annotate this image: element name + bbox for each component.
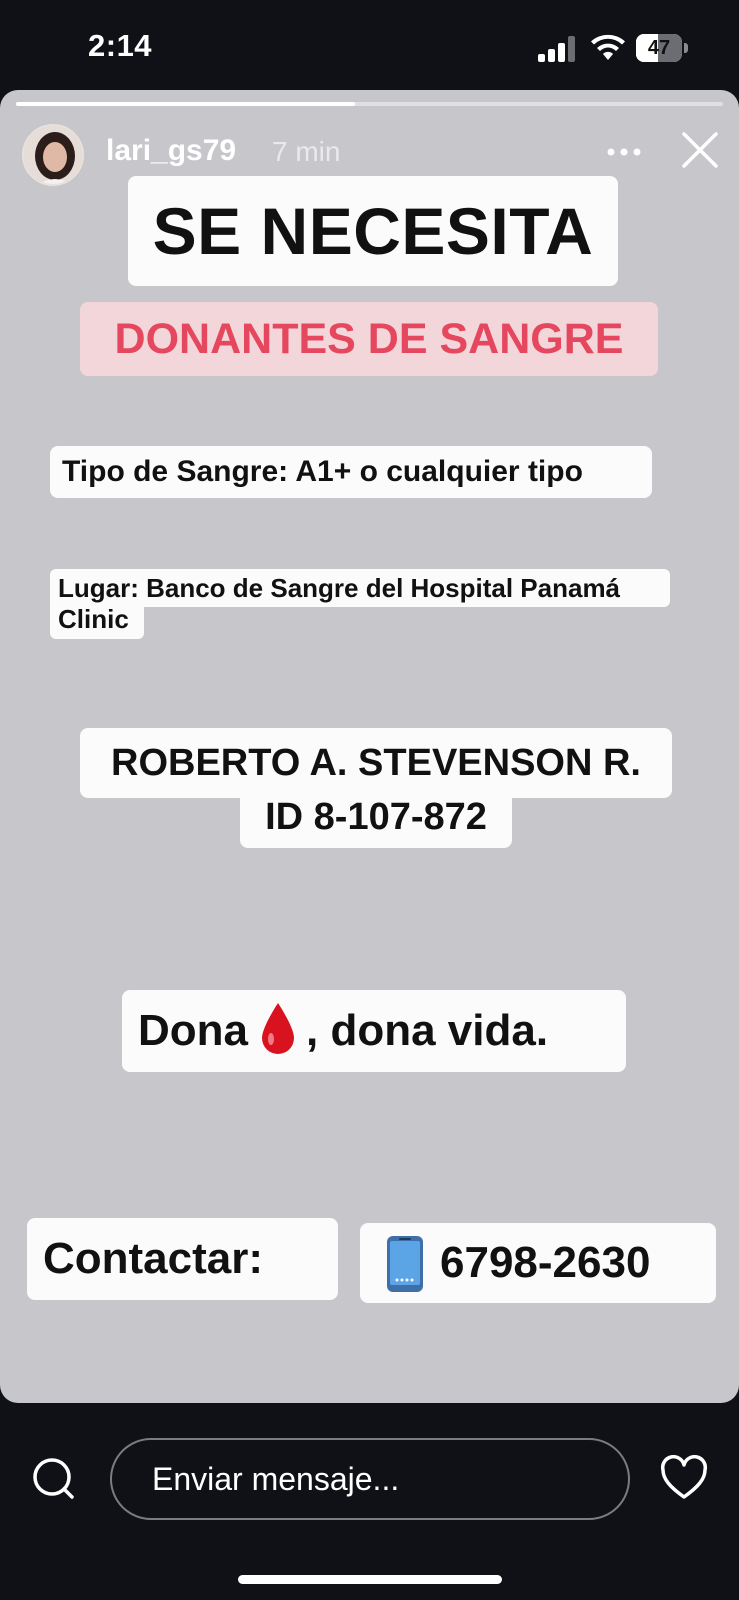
subheadline-text: DONANTES DE SANGRE — [80, 302, 658, 376]
phone-number-tag[interactable]: 6798-2630 — [360, 1223, 716, 1303]
cellular-signal-icon — [538, 36, 575, 62]
avatar[interactable] — [22, 124, 84, 186]
donate-slogan: Dona , dona vida. — [122, 990, 626, 1072]
avatar-photo — [24, 126, 82, 184]
story-username[interactable]: lari_gs79 — [106, 134, 236, 168]
close-icon[interactable] — [680, 130, 720, 170]
send-message-input[interactable]: Enviar mensaje... — [110, 1438, 630, 1520]
status-bar: 2:14 47 — [0, 0, 739, 90]
battery-percentage: 47 — [647, 37, 671, 59]
mobile-phone-icon — [387, 1236, 423, 1292]
story-view[interactable]: lari_gs79 7 min SE NECESITA DONANTES DE … — [0, 90, 739, 1403]
patient-name-text: ROBERTO A. STEVENSON R. — [80, 728, 672, 798]
status-time: 2:14 — [88, 28, 153, 63]
like-heart-icon[interactable] — [660, 1455, 708, 1501]
contact-label: Contactar: — [27, 1218, 338, 1300]
story-progress-bar — [16, 102, 723, 106]
story-progress-fill — [16, 102, 356, 106]
camera-reply-icon[interactable] — [30, 1455, 78, 1503]
more-options-icon[interactable] — [606, 146, 642, 158]
blood-drop-icon — [262, 1003, 294, 1055]
blood-type-text: Tipo de Sangre: A1+ o cualquier tipo — [50, 446, 652, 498]
place-text-line1: Lugar: Banco de Sangre del Hospital Pana… — [50, 569, 670, 607]
battery-icon: 47 — [636, 34, 688, 62]
story-timestamp: 7 min — [272, 136, 341, 167]
story-reply-bar: Enviar mensaje... — [0, 1403, 739, 1600]
donate-word: Dona — [138, 1006, 248, 1055]
patient-id-text: ID 8-107-872 — [240, 792, 512, 848]
headline-text: SE NECESITA — [128, 176, 618, 286]
phone-number: 6798-2630 — [440, 1238, 651, 1287]
place-text-line2: Clinic — [50, 603, 144, 639]
home-indicator — [238, 1575, 502, 1584]
donate-rest: , dona vida. — [306, 1006, 549, 1055]
wifi-icon — [591, 34, 625, 60]
